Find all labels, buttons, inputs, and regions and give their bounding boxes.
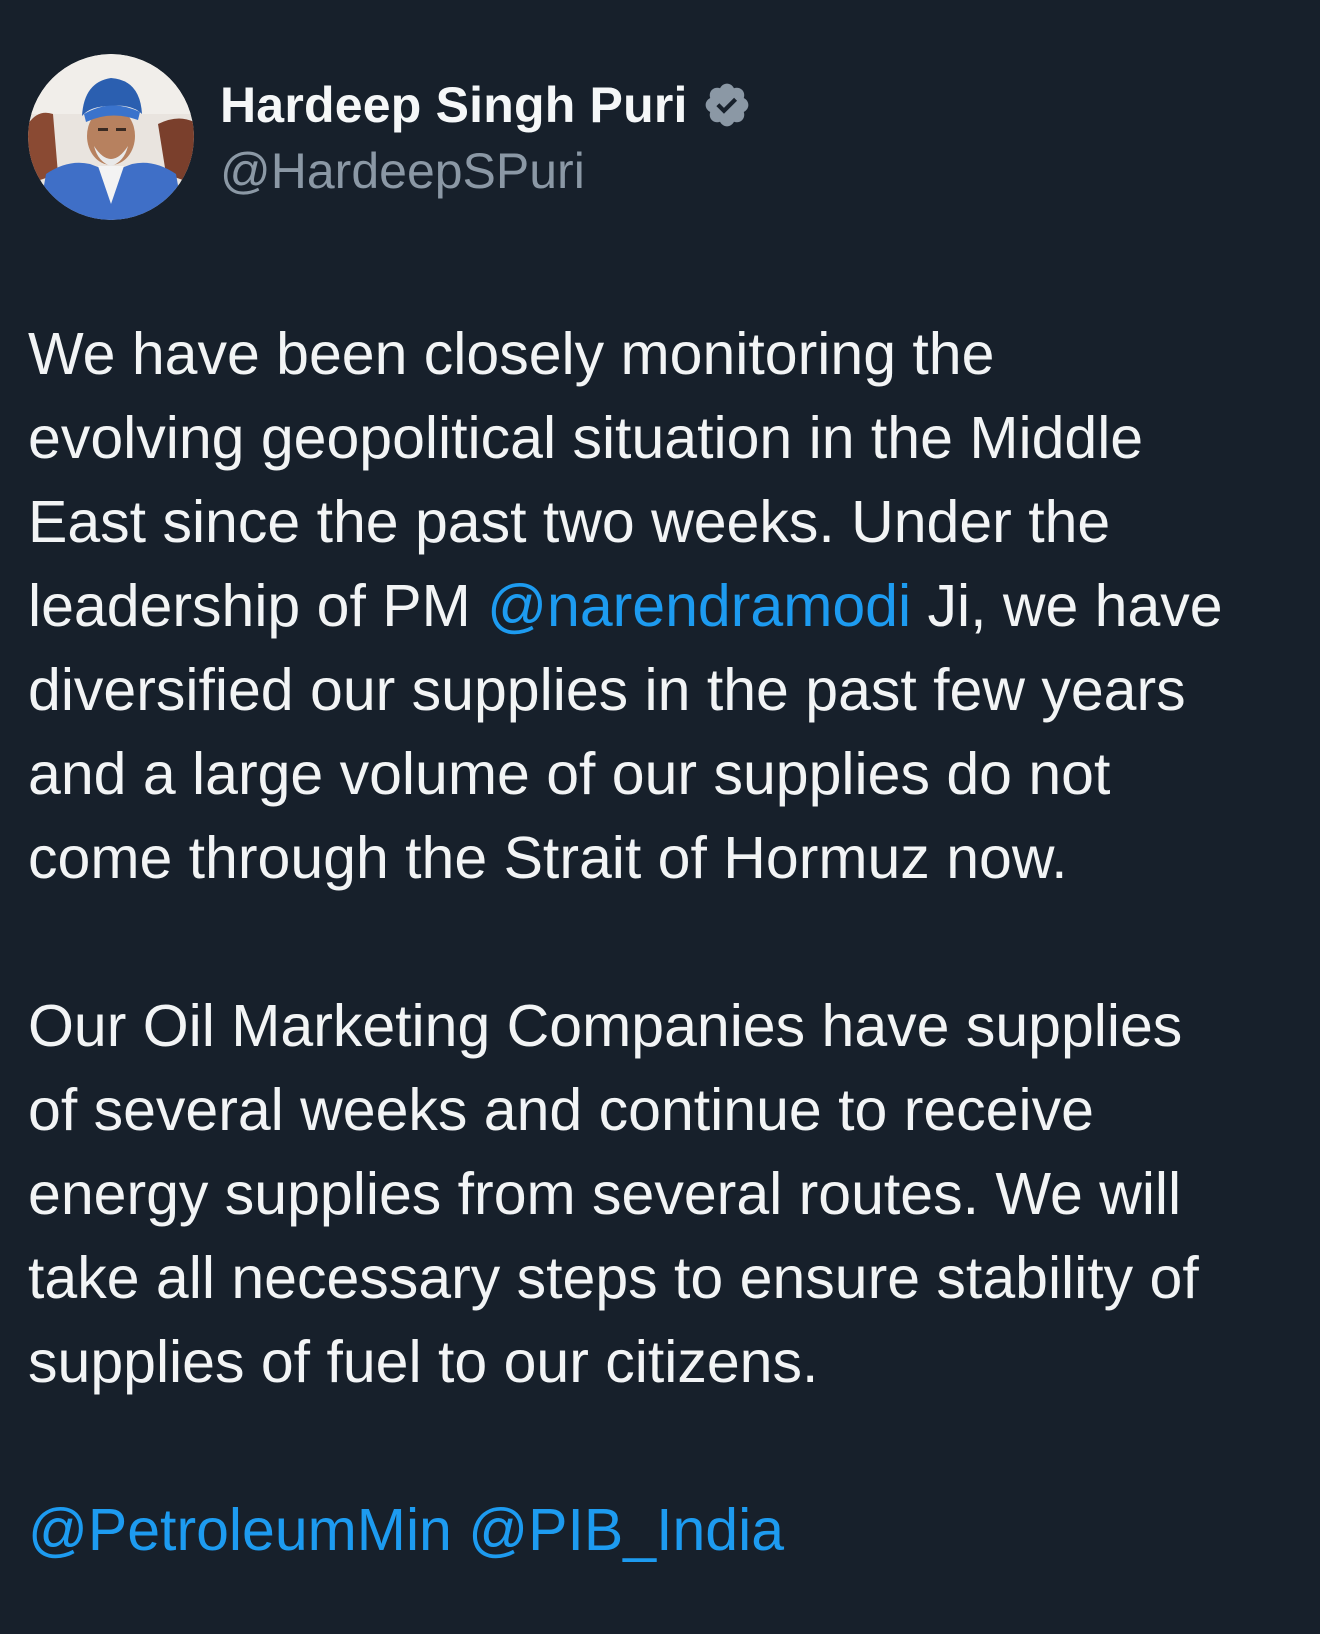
mentions-line: @PetroleumMin @PIB_India — [28, 1488, 1308, 1572]
author-handle[interactable]: @HardeepSPuri — [220, 142, 752, 200]
text-line: and a large volume of our supplies do no… — [28, 741, 1111, 807]
text-line: take all necessary steps to ensure stabi… — [28, 1245, 1199, 1311]
text-line: energy supplies from several routes. We … — [28, 1161, 1182, 1227]
display-name-row: Hardeep Singh Puri — [220, 74, 752, 136]
text-fragment: Ji, we have — [911, 573, 1223, 639]
text-line: Our Oil Marketing Companies have supplie… — [28, 993, 1183, 1059]
author-names: Hardeep Singh Puri @HardeepSPuri — [220, 74, 752, 200]
text-line: supplies of fuel to our citizens. — [28, 1329, 819, 1395]
tweet-text: We have been closely monitoring the evol… — [28, 312, 1308, 1572]
text-line: evolving geopolitical situation in the M… — [28, 405, 1144, 471]
tweet-card: Hardeep Singh Puri @HardeepSPuri We have… — [0, 0, 1320, 1634]
avatar-image — [28, 54, 194, 220]
avatar[interactable] — [28, 54, 194, 220]
display-name[interactable]: Hardeep Singh Puri — [220, 76, 688, 134]
text-line: diversified our supplies in the past few… — [28, 657, 1186, 723]
mention-link-petroleummin[interactable]: @PetroleumMin — [28, 1497, 452, 1563]
mention-link-pib-india[interactable]: @PIB_India — [468, 1497, 784, 1563]
verified-badge-icon — [702, 80, 752, 130]
tweet-header: Hardeep Singh Puri @HardeepSPuri — [28, 54, 752, 220]
text-line-with-mention: leadership of PM @narendramodi Ji, we ha… — [28, 564, 1308, 648]
text-line: We have been closely monitoring the — [28, 321, 995, 387]
text-line: of several weeks and continue to receive — [28, 1077, 1094, 1143]
text-line: come through the Strait of Hormuz now. — [28, 825, 1068, 891]
text-fragment: leadership of PM — [28, 573, 488, 639]
text-line: East since the past two weeks. Under the — [28, 489, 1111, 555]
mention-link-narendramodi[interactable]: @narendramodi — [487, 573, 911, 639]
